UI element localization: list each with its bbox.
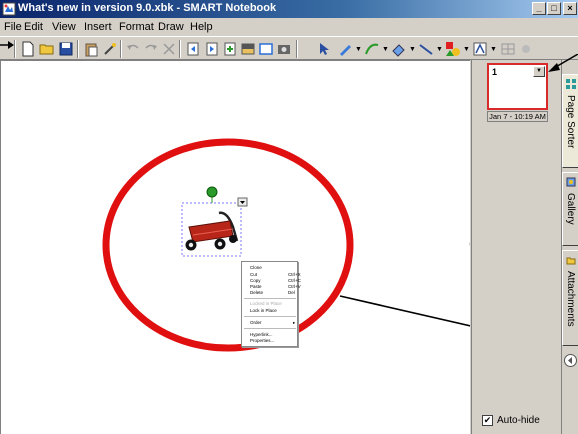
toolbar-separator	[14, 40, 16, 58]
window-title: What's new in version 9.0.xbk - SMART No…	[18, 2, 277, 14]
page-number: 1	[492, 67, 498, 77]
select-arrow-icon[interactable]	[316, 41, 332, 57]
line-icon[interactable]	[418, 41, 434, 57]
open-folder-icon[interactable]	[39, 41, 55, 57]
redo-icon[interactable]	[143, 41, 159, 57]
close-button[interactable]: ×	[563, 2, 577, 15]
tab-gallery[interactable]: Gallery	[562, 172, 578, 246]
annotation-arrow-left-icon	[0, 41, 14, 49]
toolbar-separator	[296, 40, 298, 58]
previous-page-icon[interactable]	[185, 41, 201, 57]
more-tools-icon[interactable]	[518, 41, 534, 57]
tab-page-sorter[interactable]: Page Sorter	[562, 74, 578, 168]
menu-help[interactable]: Help	[190, 21, 213, 33]
menu-draw[interactable]: Draw	[158, 21, 184, 33]
line-dropdown-icon[interactable]: ▼	[436, 46, 443, 53]
text-dropdown-icon[interactable]: ▼	[490, 46, 497, 53]
tab-attachments[interactable]: Attachments	[562, 250, 578, 346]
full-screen-icon[interactable]	[258, 41, 274, 57]
save-icon[interactable]	[58, 41, 74, 57]
magic-pen-icon[interactable]	[102, 41, 118, 57]
title-bar[interactable]: What's new in version 9.0.xbk - SMART No…	[0, 0, 578, 18]
panel-toggle-arrow-icon[interactable]	[564, 354, 577, 367]
menu-format[interactable]: Format	[119, 21, 154, 33]
ctx-separator	[244, 298, 296, 299]
page-sorter-panel: 1 ▼ Jan 7 - 10:19 AM ✔ Auto-hide	[471, 60, 561, 434]
rotate-handle[interactable]	[206, 186, 218, 198]
menu-bar: File Edit View Insert Format Draw Help	[0, 19, 578, 35]
pen-dropdown-icon[interactable]: ▼	[355, 46, 362, 53]
table-icon[interactable]	[500, 41, 516, 57]
ctx-separator	[244, 328, 296, 329]
thumbnail-date: Jan 7 - 10:19 AM	[487, 111, 548, 122]
smart-notebook-window: What's new in version 9.0.xbk - SMART No…	[0, 0, 578, 434]
canvas-drawing	[102, 138, 470, 352]
ctx-hyperlink[interactable]: Hyperlink...	[250, 332, 273, 337]
tab-attachments-label: Attachments	[565, 271, 576, 327]
object-context-menu: Clone Cut Ctrl+X Copy Ctrl+C Paste Ctrl+V D…	[241, 261, 301, 347]
creative-pen-icon[interactable]	[364, 41, 380, 57]
auto-hide-label: Auto-hide	[497, 415, 540, 426]
maximize-button[interactable]: □	[547, 2, 561, 15]
thumbnail-dropdown-icon[interactable]: ▼	[533, 66, 545, 77]
tab-page-sorter-label: Page Sorter	[565, 95, 576, 149]
auto-hide-checkbox[interactable]: ✔	[482, 415, 493, 426]
attachments-icon	[566, 257, 576, 265]
tab-gallery-label: Gallery	[565, 193, 576, 225]
eraser-dropdown-icon[interactable]: ▼	[409, 46, 416, 53]
ctx-clone[interactable]: Clone	[250, 265, 262, 270]
new-page-icon[interactable]	[20, 41, 36, 57]
annotation-arrow-right-icon	[548, 54, 578, 72]
ctx-paste[interactable]: Paste Ctrl+V	[250, 284, 301, 289]
menu-view[interactable]: View	[52, 21, 76, 33]
ctx-properties[interactable]: Properties...	[250, 338, 274, 343]
smart-notebook-app-icon	[2, 2, 16, 16]
next-page-icon[interactable]	[204, 41, 220, 57]
insert-page-icon[interactable]	[222, 41, 238, 57]
main-toolbar: ▼ ▼ ▼ ▼ ▼ ▼	[0, 36, 578, 60]
shapes-dropdown-icon[interactable]: ▼	[463, 46, 470, 53]
notebook-page-canvas[interactable]: Clone Cut Ctrl+X Copy Ctrl+C Paste Ctrl+V D…	[0, 60, 470, 434]
paste-icon[interactable]	[83, 41, 99, 57]
shapes-icon[interactable]	[445, 41, 461, 57]
ctx-separator	[244, 316, 296, 317]
menu-insert[interactable]: Insert	[84, 21, 112, 33]
toolbar-separator	[179, 40, 181, 58]
side-tab-strip: Page Sorter Gallery Attachments	[561, 60, 578, 434]
capture-icon[interactable]	[276, 41, 292, 57]
creative-pen-dropdown-icon[interactable]: ▼	[382, 46, 389, 53]
ctx-locked-in-place: Locked in Place	[250, 301, 282, 306]
delete-icon[interactable]	[161, 41, 177, 57]
toolbar-separator	[77, 40, 79, 58]
annotation-circle	[102, 138, 354, 352]
pen-icon[interactable]	[337, 41, 353, 57]
gallery-icon	[566, 177, 576, 187]
ctx-order[interactable]: Order ▸	[250, 320, 295, 325]
eraser-icon[interactable]	[391, 41, 407, 57]
menu-file[interactable]: File	[4, 21, 22, 33]
ctx-delete[interactable]: Delete Del	[250, 290, 295, 295]
page-thumbnail[interactable]: 1 ▼	[487, 63, 548, 110]
page-sorter-icon	[566, 79, 576, 89]
text-icon[interactable]	[472, 41, 488, 57]
toolbar-separator	[120, 40, 122, 58]
red-wagon-image[interactable]	[185, 211, 239, 251]
ctx-cut[interactable]: Cut Ctrl+X	[250, 272, 301, 277]
screen-shade-icon[interactable]	[240, 41, 256, 57]
ctx-copy[interactable]: Copy Ctrl+C	[250, 278, 301, 283]
undo-icon[interactable]	[125, 41, 141, 57]
ctx-lock-in-place[interactable]: Lock in Place	[250, 308, 277, 313]
minimize-button[interactable]: _	[532, 2, 546, 15]
menu-edit[interactable]: Edit	[24, 21, 43, 33]
